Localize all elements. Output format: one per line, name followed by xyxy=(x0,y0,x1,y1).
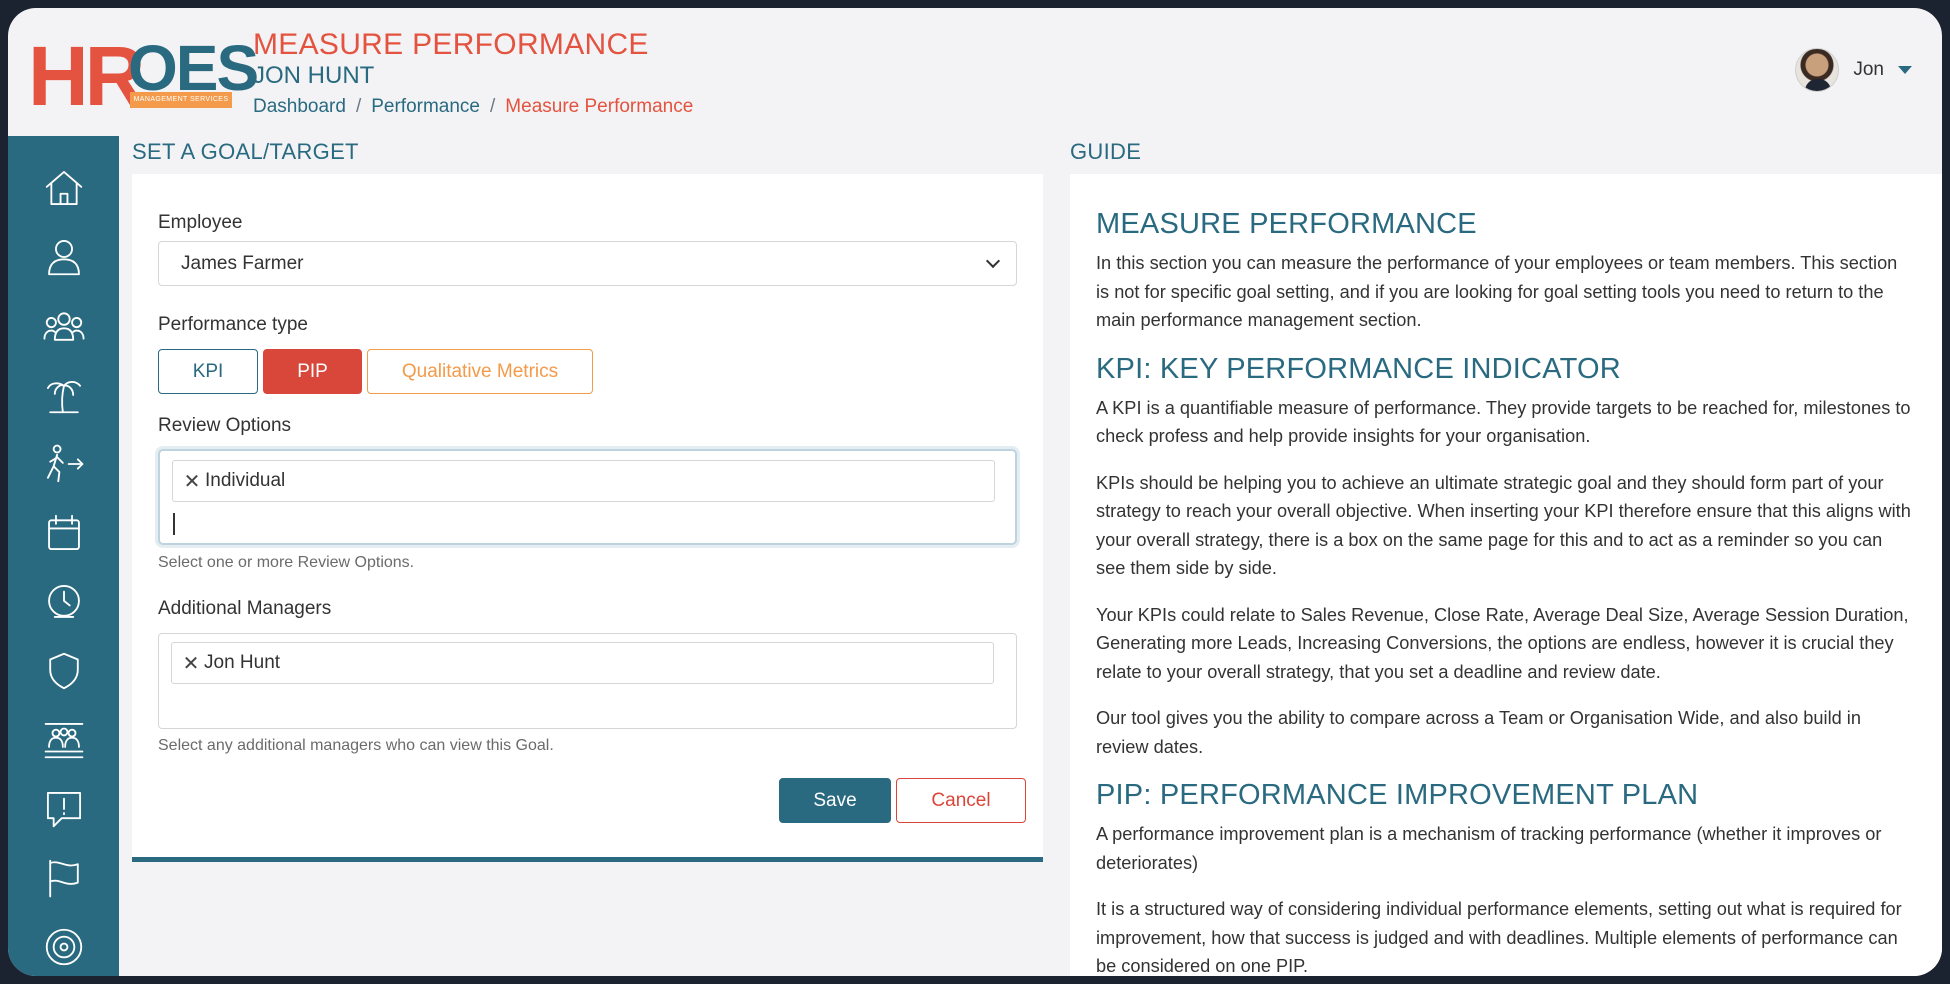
remove-chip-icon[interactable]: ✕ xyxy=(183,469,201,494)
sidebar-item-holidays[interactable] xyxy=(8,365,119,425)
user-name[interactable]: Jon xyxy=(1853,59,1884,81)
guide-paragraph: In this section you can measure the perf… xyxy=(1096,253,1898,330)
guide-paragraph: KPIs should be helping you to achieve an… xyxy=(1096,472,1911,579)
employee-select-value: James Farmer xyxy=(181,253,304,274)
sidebar-item-performance[interactable] xyxy=(8,917,119,976)
holiday-icon xyxy=(46,381,81,414)
leave-icon xyxy=(46,444,83,483)
guide-panel: MEASURE PERFORMANCE In this section you … xyxy=(1070,174,1942,976)
guide-title-measure-performance: MEASURE PERFORMANCE xyxy=(1096,208,1477,240)
save-button[interactable]: Save xyxy=(779,778,891,823)
goal-form: Employee James Farmer Performance type K… xyxy=(132,174,1043,862)
sidebar-item-leave[interactable] xyxy=(8,434,119,494)
sidebar-item-alerts[interactable] xyxy=(8,779,119,839)
review-option-chip: ✕ Individual xyxy=(172,460,995,502)
chevron-down-icon xyxy=(985,253,1001,269)
performance-type-kpi-button[interactable]: KPI xyxy=(158,349,258,394)
guide-paragraph: Your KPIs could relate to Sales Revenue,… xyxy=(1096,604,1909,682)
remove-chip-icon[interactable]: ✕ xyxy=(182,651,200,676)
guide-paragraph: It is a structured way of considering in… xyxy=(1096,899,1902,976)
performance-type-qualitative-button[interactable]: Qualitative Metrics xyxy=(367,349,593,394)
employee-label: Employee xyxy=(158,212,243,233)
review-option-chip-label: Individual xyxy=(205,470,286,491)
subject-name: JON HUNT xyxy=(253,62,375,89)
breadcrumb: Dashboard / Performance / Measure Perfor… xyxy=(253,96,693,118)
sidebar-item-timesheet[interactable] xyxy=(8,572,119,632)
target-icon xyxy=(45,928,82,966)
guide-paragraph: A KPI is a quantifiable measure of perfo… xyxy=(1096,397,1911,447)
alert-icon xyxy=(46,791,81,828)
shield-icon xyxy=(48,652,79,690)
caret-down-icon[interactable] xyxy=(1898,66,1912,74)
sidebar-item-calendar[interactable] xyxy=(8,503,119,563)
logo[interactable]: HR OES MANAGEMENT SERVICES xyxy=(28,29,259,123)
sidebar-item-home[interactable] xyxy=(8,158,119,218)
review-options-label: Review Options xyxy=(158,415,292,436)
sidebar xyxy=(8,136,119,976)
guide-paragraph: A performance improvement plan is a mech… xyxy=(1096,824,1882,873)
form-section-heading: SET A GOAL/TARGET xyxy=(132,139,359,164)
sidebar-item-profile[interactable] xyxy=(8,227,119,287)
review-options-help: Select one or more Review Options. xyxy=(158,554,415,571)
cancel-button[interactable]: Cancel xyxy=(896,778,1026,823)
performance-type-pip-button[interactable]: PIP xyxy=(263,349,362,394)
additional-managers-multiselect[interactable]: ✕ Jon Hunt xyxy=(158,633,1017,729)
additional-managers-label: Additional Managers xyxy=(158,598,332,619)
breadcrumb-separator: / xyxy=(355,96,362,117)
breadcrumb-dashboard[interactable]: Dashboard xyxy=(253,96,346,118)
sidebar-item-team[interactable] xyxy=(8,296,119,356)
user-icon xyxy=(47,239,80,276)
logo-tagline: MANAGEMENT SERVICES xyxy=(130,92,232,108)
manager-chip: ✕ Jon Hunt xyxy=(171,642,994,684)
review-options-multiselect[interactable]: ✕ Individual xyxy=(158,449,1017,545)
guide-title-pip: PIP: PERFORMANCE IMPROVEMENT PLAN xyxy=(1096,779,1699,811)
employee-select[interactable]: James Farmer xyxy=(158,241,1017,286)
clock-icon xyxy=(47,584,80,618)
header: HR OES MANAGEMENT SERVICES MEASURE PERFO… xyxy=(8,8,1942,136)
logo-oes: OES xyxy=(128,32,259,104)
flag-icon xyxy=(48,859,79,898)
guide-paragraph: Our tool gives you the ability to compar… xyxy=(1096,708,1861,757)
app-window: HR OES MANAGEMENT SERVICES MEASURE PERFO… xyxy=(8,8,1942,976)
avatar[interactable] xyxy=(1795,48,1840,92)
breadcrumb-performance[interactable]: Performance xyxy=(371,96,480,118)
sidebar-item-organisation[interactable] xyxy=(8,710,119,770)
team-icon xyxy=(43,312,84,341)
calendar-icon xyxy=(47,514,80,551)
user-menu[interactable]: Jon xyxy=(1795,48,1912,92)
sidebar-item-goals[interactable] xyxy=(8,848,119,908)
page-title: MEASURE PERFORMANCE xyxy=(253,28,649,61)
logo-hr: HR xyxy=(28,29,145,123)
guide-section-heading: GUIDE xyxy=(1070,139,1142,164)
text-cursor xyxy=(173,513,175,535)
sidebar-item-security[interactable] xyxy=(8,641,119,701)
additional-managers-help: Select any additional managers who can v… xyxy=(158,737,554,754)
organisation-icon xyxy=(44,722,83,759)
home-icon xyxy=(45,170,82,206)
manager-chip-label: Jon Hunt xyxy=(204,652,281,673)
guide-title-kpi: KPI: KEY PERFORMANCE INDICATOR xyxy=(1096,352,1621,385)
performance-type-label: Performance type xyxy=(158,314,308,335)
breadcrumb-separator: / xyxy=(490,96,496,117)
breadcrumb-current: Measure Performance xyxy=(505,96,694,117)
